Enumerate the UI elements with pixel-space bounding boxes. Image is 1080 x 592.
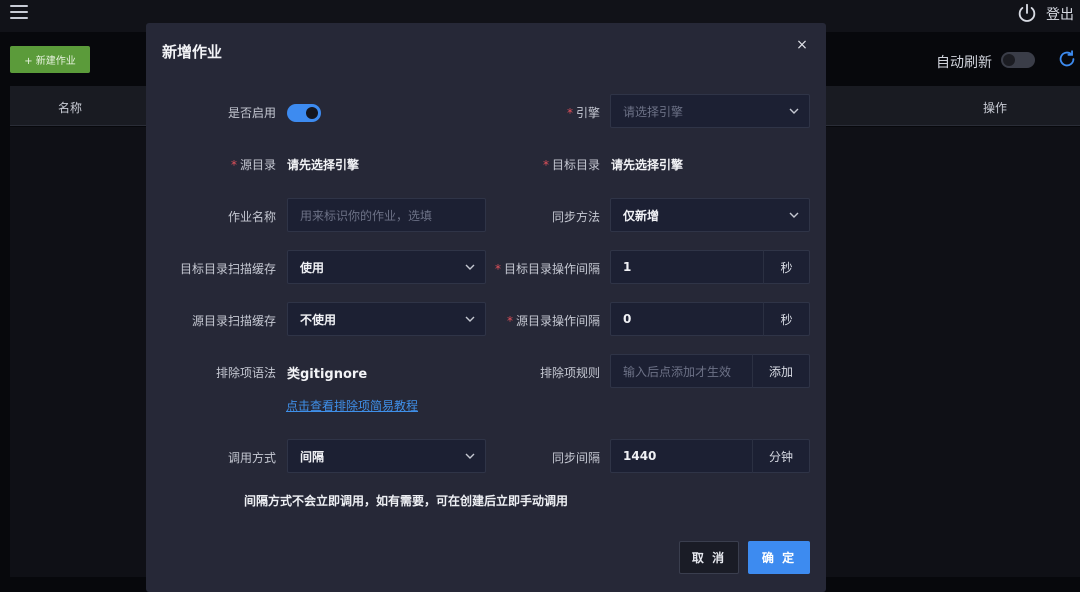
exclude-rules-input[interactable]: 输入后点添加才生效 [610, 354, 753, 388]
source-dir-value: 请先选择引擎 [287, 158, 360, 172]
target-op-interval-input[interactable]: 1 [610, 250, 764, 284]
refresh-icon[interactable] [1056, 48, 1078, 70]
exclude-tutorial-link[interactable]: 点击查看排除项简易教程 [286, 397, 418, 414]
job-name-input[interactable]: 用来标识你的作业，选填 [287, 198, 486, 232]
sync-interval-unit: 分钟 [752, 439, 810, 473]
column-header-operation: 操作 [983, 101, 1008, 115]
source-scan-cache-select[interactable]: 不使用 [287, 302, 486, 336]
chevron-down-icon [789, 212, 799, 218]
close-icon[interactable]: × [794, 37, 810, 53]
exclude-rules-label: 排除项规则 [539, 366, 600, 380]
source-scan-cache-label: 源目录扫描缓存 [191, 314, 276, 328]
enabled-toggle[interactable] [287, 104, 321, 122]
power-icon[interactable] [1016, 2, 1038, 24]
column-header-name: 名称 [58, 101, 83, 115]
auto-refresh-toggle[interactable] [1001, 52, 1035, 68]
target-op-interval-unit: 秒 [763, 250, 810, 284]
chevron-down-icon [789, 108, 799, 114]
target-scan-cache-label: 目标目录扫描缓存 [179, 262, 276, 276]
source-op-interval-label: * 源目录操作间隔 [506, 314, 600, 328]
cancel-button[interactable]: 取 消 [679, 541, 739, 574]
engine-label: * 引擎 [566, 106, 600, 120]
job-name-label: 作业名称 [227, 210, 276, 224]
target-scan-cache-select[interactable]: 使用 [287, 250, 486, 284]
new-job-dialog: 新增作业 × 是否启用 * 引擎 请选择引擎 * 源目录 请先选择引擎 * 目标目录 … [146, 23, 826, 592]
source-op-interval-input[interactable]: 0 [610, 302, 764, 336]
sync-interval-label: 同步间隔 [551, 451, 600, 465]
source-dir-label: * 源目录 [230, 158, 276, 172]
menu-icon[interactable] [10, 5, 28, 21]
auto-refresh-label: 自动刷新 [936, 55, 992, 71]
enabled-label: 是否启用 [227, 106, 276, 120]
target-dir-label: * 目标目录 [542, 158, 600, 172]
target-dir-value: 请先选择引擎 [611, 158, 684, 172]
exclude-syntax-value: 类gitignore [287, 367, 368, 382]
exclude-add-button[interactable]: 添加 [752, 354, 810, 388]
new-job-button[interactable]: + 新建作业 [10, 46, 90, 73]
logout-link[interactable]: 登出 [1046, 4, 1074, 24]
dialog-title: 新增作业 [162, 43, 223, 61]
interval-note: 间隔方式不会立即调用，如有需要，可在创建后立即手动调用 [244, 494, 569, 508]
confirm-button[interactable]: 确 定 [748, 541, 810, 574]
engine-select[interactable]: 请选择引擎 [610, 94, 810, 128]
exclude-syntax-label: 排除项语法 [215, 366, 276, 380]
sync-method-label: 同步方法 [551, 210, 600, 224]
target-op-interval-label: * 目标目录操作间隔 [494, 262, 600, 276]
source-op-interval-unit: 秒 [763, 302, 810, 336]
sync-method-select[interactable]: 仅新增 [610, 198, 810, 232]
sync-interval-input[interactable]: 1440 [610, 439, 753, 473]
invoke-method-select[interactable]: 间隔 [287, 439, 486, 473]
invoke-method-label: 调用方式 [227, 451, 276, 465]
